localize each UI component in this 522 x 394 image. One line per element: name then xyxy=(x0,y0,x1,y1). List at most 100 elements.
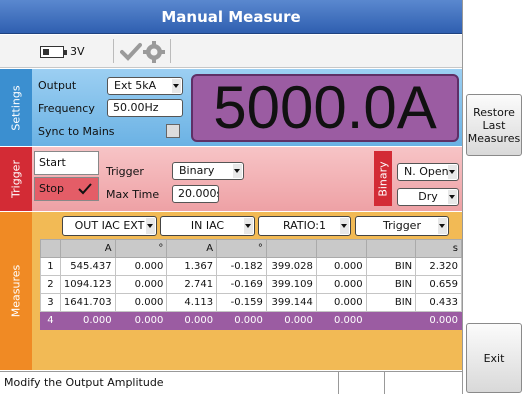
table-cell: 0.000 xyxy=(59,311,116,330)
output-label: Output xyxy=(38,79,77,92)
table-row[interactable]: 1 545.437 0.000 1.367 -0.182 399.028 0.0… xyxy=(40,257,462,276)
table-header-cell xyxy=(315,239,367,258)
table-cell: -0.159 xyxy=(216,293,267,312)
table-header-cell: A xyxy=(59,239,116,258)
measures-panel: Measures OUT IAC EXT IN IAC RATIO:1 Trig… xyxy=(0,212,462,370)
max-time-input[interactable]: 20.000s xyxy=(172,185,219,203)
table-cell: 0.433 xyxy=(415,293,462,312)
checkmark-icon[interactable] xyxy=(120,42,142,62)
table-header-cell: s xyxy=(415,239,462,258)
settings-tab[interactable]: Settings xyxy=(0,69,32,146)
start-stop-group: Start Stop xyxy=(34,151,99,201)
binary-type-value: Dry xyxy=(418,190,438,203)
table-units-row: A ° A ° s xyxy=(40,239,462,258)
table-cell xyxy=(365,311,417,330)
chevron-down-icon xyxy=(146,218,155,234)
binary-type-select[interactable]: Dry xyxy=(397,188,459,206)
binary-tab: Binary xyxy=(374,151,392,206)
table-header-cell xyxy=(265,239,317,258)
trigger-select[interactable]: Binary xyxy=(172,162,244,180)
table-cell: 1 xyxy=(40,257,61,276)
table-cell: 0.000 xyxy=(315,257,367,276)
table-cell: 545.437 xyxy=(59,257,116,276)
binary-mode-select[interactable]: N. Open xyxy=(397,163,459,181)
status-message: Modify the Output Amplitude xyxy=(4,376,164,389)
table-cell: -0.182 xyxy=(216,257,267,276)
sync-to-mains-checkbox[interactable] xyxy=(166,124,180,138)
output-amplitude-display[interactable]: 5000.0A xyxy=(191,74,459,142)
table-cell: 0.000 xyxy=(216,311,267,330)
status-cell xyxy=(338,372,384,394)
chevron-down-icon xyxy=(244,218,253,234)
table-cell: 0.000 xyxy=(315,293,367,312)
battery-voltage: 3V xyxy=(70,45,85,58)
ratio-column-select[interactable]: RATIO:1 xyxy=(258,216,351,236)
measures-tab[interactable]: Measures xyxy=(0,212,32,370)
checkmark-icon xyxy=(78,183,92,195)
trigger-tab[interactable]: Trigger xyxy=(0,147,32,211)
status-bar: Modify the Output Amplitude xyxy=(0,371,462,394)
gear-icon[interactable] xyxy=(143,41,165,63)
output-value: Ext 5kA xyxy=(114,79,157,92)
table-cell: 1094.123 xyxy=(59,275,116,294)
table-cell: BIN xyxy=(365,293,417,312)
table-cell: 0.000 xyxy=(114,275,168,294)
start-button[interactable]: Start xyxy=(34,151,99,175)
chevron-down-icon xyxy=(448,165,457,179)
table-cell: 0.000 xyxy=(114,311,168,330)
chevron-down-icon xyxy=(438,218,447,234)
measures-table: A ° A ° s 1 545.437 0.000 1.367 -0.182 3… xyxy=(40,239,462,330)
output-select[interactable]: Ext 5kA xyxy=(107,77,183,95)
table-header-cell xyxy=(40,239,61,258)
table-cell: 0.000 xyxy=(315,311,367,330)
table-cell: 2 xyxy=(40,275,61,294)
table-cell: 4.113 xyxy=(166,293,218,312)
table-header-cell xyxy=(365,239,417,258)
chevron-down-icon xyxy=(448,190,457,204)
table-cell: BIN xyxy=(365,275,417,294)
out-iac-ext-column-select[interactable]: OUT IAC EXT xyxy=(62,216,157,236)
table-cell: 2.741 xyxy=(166,275,218,294)
settings-panel: Settings Output Ext 5kA Frequency 50.00H… xyxy=(0,69,462,146)
table-cell: 1.367 xyxy=(166,257,218,276)
toolbar-divider xyxy=(113,39,114,63)
table-cell: 0.659 xyxy=(415,275,462,294)
toolbar-divider xyxy=(170,39,171,63)
trigger-column-select[interactable]: Trigger xyxy=(355,216,449,236)
table-cell: 3 xyxy=(40,293,61,312)
window-title: Manual Measure xyxy=(0,0,462,34)
table-cell: BIN xyxy=(365,257,417,276)
trigger-panel: Trigger Start Stop Trigger Binary Max Ti… xyxy=(0,147,462,211)
table-cell: 0.000 xyxy=(166,311,218,330)
max-time-label: Max Time xyxy=(106,188,160,201)
toolbar: 3V xyxy=(0,35,462,68)
frequency-input[interactable]: 50.00Hz xyxy=(107,99,183,117)
table-cell: 399.028 xyxy=(265,257,317,276)
table-row[interactable]: 2 1094.123 0.000 2.741 -0.169 399.109 0.… xyxy=(40,275,462,294)
in-iac-column-select[interactable]: IN IAC xyxy=(160,216,255,236)
stop-button[interactable]: Stop xyxy=(34,177,99,201)
sync-to-mains-label: Sync to Mains xyxy=(38,125,115,138)
trigger-value: Binary xyxy=(179,164,215,177)
table-cell: 0.000 xyxy=(114,257,168,276)
binary-mode-value: N. Open xyxy=(404,165,449,178)
table-row[interactable]: 3 1641.703 0.000 4.113 -0.159 399.144 0.… xyxy=(40,293,462,312)
table-cell: 0.000 xyxy=(415,311,462,330)
table-cell: 4 xyxy=(40,311,61,330)
table-header-cell: A xyxy=(166,239,218,258)
status-cell xyxy=(384,372,462,394)
battery-icon xyxy=(40,46,67,58)
table-cell: 399.144 xyxy=(265,293,317,312)
table-cell: 1641.703 xyxy=(59,293,116,312)
restore-last-measures-button[interactable]: Restore Last Measures xyxy=(466,94,522,156)
table-header-cell: ° xyxy=(216,239,267,258)
table-cell: -0.169 xyxy=(216,275,267,294)
table-cell: 0.000 xyxy=(315,275,367,294)
exit-button[interactable]: Exit xyxy=(466,323,522,393)
trigger-label: Trigger xyxy=(106,165,144,178)
chevron-down-icon xyxy=(172,79,181,93)
chevron-down-icon xyxy=(340,218,349,234)
table-cell: 0.000 xyxy=(265,311,317,330)
frequency-label: Frequency xyxy=(38,102,95,115)
table-row-selected[interactable]: 4 0.000 0.000 0.000 0.000 0.000 0.000 0.… xyxy=(40,311,462,330)
